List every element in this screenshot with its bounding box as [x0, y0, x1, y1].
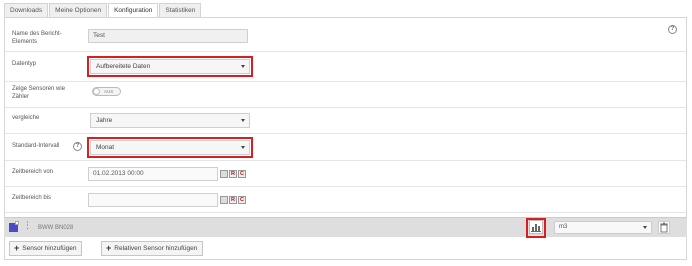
datatype-row: Datentyp Aufbereitete Daten: [5, 52, 686, 82]
range-from-label: Zeitbereich von: [12, 169, 54, 175]
name-row: Name des Bericht-Elements Test: [5, 18, 686, 52]
add-sensor-button[interactable]: + Sensor hinzufügen: [9, 241, 83, 256]
unit-select[interactable]: m3: [554, 221, 652, 234]
datatype-highlight: [87, 56, 253, 77]
interval-highlight: [87, 137, 253, 158]
add-relative-sensor-label: Relativen Sensor hinzufügen: [114, 245, 198, 252]
toggle-knob: [93, 88, 100, 95]
add-relative-sensor-button[interactable]: + Relativen Sensor hinzufügen: [101, 241, 204, 256]
plus-icon: +: [14, 243, 20, 253]
toggle-text: AUS: [104, 89, 114, 94]
drag-handle-icon[interactable]: ⋮: [23, 221, 32, 230]
datatype-label: Datentyp: [12, 61, 37, 67]
clear-icon[interactable]: C: [238, 196, 246, 204]
chevron-down-icon: [643, 226, 647, 229]
compare-value: Jahre: [96, 117, 113, 124]
swatch-corner: [15, 221, 19, 225]
tab-downloads[interactable]: Downloads: [4, 3, 49, 17]
tab-bar: Downloads Meine Optionen Konfiguration S…: [4, 3, 202, 18]
tab-konfiguration[interactable]: Konfiguration: [108, 3, 159, 18]
compare-label: vergleiche: [12, 115, 40, 121]
name-input[interactable]: Test: [88, 29, 248, 43]
compare-select[interactable]: Jahre: [90, 113, 250, 128]
range-from-actions: R C: [220, 170, 246, 178]
clear-icon[interactable]: C: [238, 170, 246, 178]
range-to-actions: R C: [220, 196, 246, 204]
calendar-icon[interactable]: [220, 170, 228, 178]
range-from-row: Zeitbereich von 01.02.2013 00:00 R C: [5, 161, 686, 187]
range-to-input[interactable]: [88, 193, 218, 207]
range-from-input[interactable]: 01.02.2013 00:00: [88, 167, 218, 181]
trash-icon: [660, 222, 668, 233]
show-sensors-row: Zeige Sensoren wie Zähler AUS: [5, 82, 686, 108]
sensor-name: BWW BN028: [38, 225, 74, 231]
reset-icon[interactable]: R: [229, 196, 237, 204]
compare-row: vergleiche Jahre: [5, 108, 686, 134]
plus-icon: +: [106, 243, 112, 253]
reset-icon[interactable]: R: [229, 170, 237, 178]
show-sensors-label: Zeige Sensoren wie Zähler: [12, 86, 66, 100]
tab-statistiken[interactable]: Statistiken: [159, 3, 202, 17]
delete-sensor-button[interactable]: [658, 221, 670, 234]
interval-row: Standard-Intervall ? Monat: [5, 134, 686, 161]
name-label: Name des Bericht-Elements: [12, 31, 62, 45]
interval-label: Standard-Intervall: [12, 143, 60, 149]
chart-type-highlight: [526, 218, 546, 238]
sensor-row: ⋮ BWW BN028 m3: [4, 217, 687, 238]
calendar-icon[interactable]: [220, 196, 228, 204]
interval-help-icon[interactable]: ?: [73, 142, 82, 151]
range-to-label: Zeitbereich bis: [12, 195, 52, 201]
unit-value: m3: [559, 224, 568, 230]
tab-meine-optionen[interactable]: Meine Optionen: [49, 3, 108, 17]
show-sensors-toggle[interactable]: AUS: [92, 87, 121, 96]
add-sensor-label: Sensor hinzufügen: [22, 245, 77, 252]
range-to-row: Zeitbereich bis R C: [5, 187, 686, 213]
chevron-down-icon: [241, 119, 245, 122]
